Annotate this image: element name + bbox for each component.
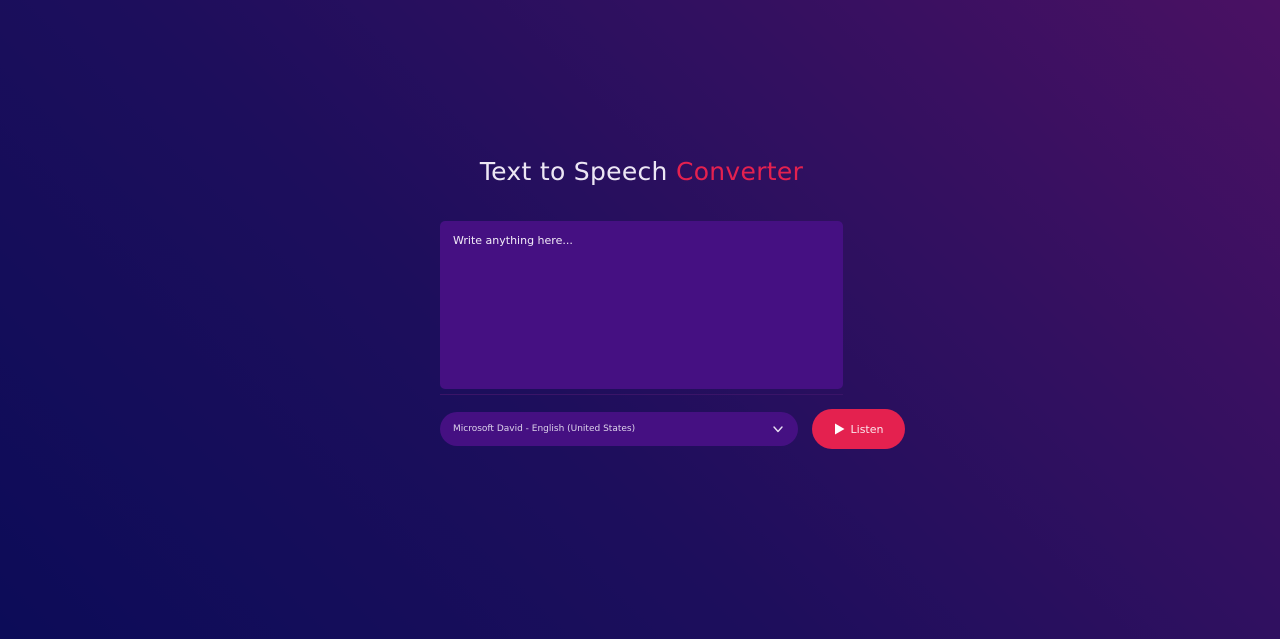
- play-icon: [834, 423, 845, 435]
- voice-select[interactable]: Microsoft David - English (United States…: [440, 412, 798, 446]
- listen-button-label: Listen: [850, 422, 884, 436]
- chevron-down-icon: [771, 422, 785, 436]
- divider: [440, 394, 843, 395]
- voice-select-value: Microsoft David - English (United States…: [453, 424, 636, 434]
- title-main: Text to Speech: [479, 157, 668, 186]
- page-title: Text to Speech Converter: [440, 156, 843, 188]
- listen-button[interactable]: Listen: [812, 409, 905, 449]
- title-accent: Converter: [675, 157, 804, 186]
- text-input[interactable]: [440, 221, 843, 389]
